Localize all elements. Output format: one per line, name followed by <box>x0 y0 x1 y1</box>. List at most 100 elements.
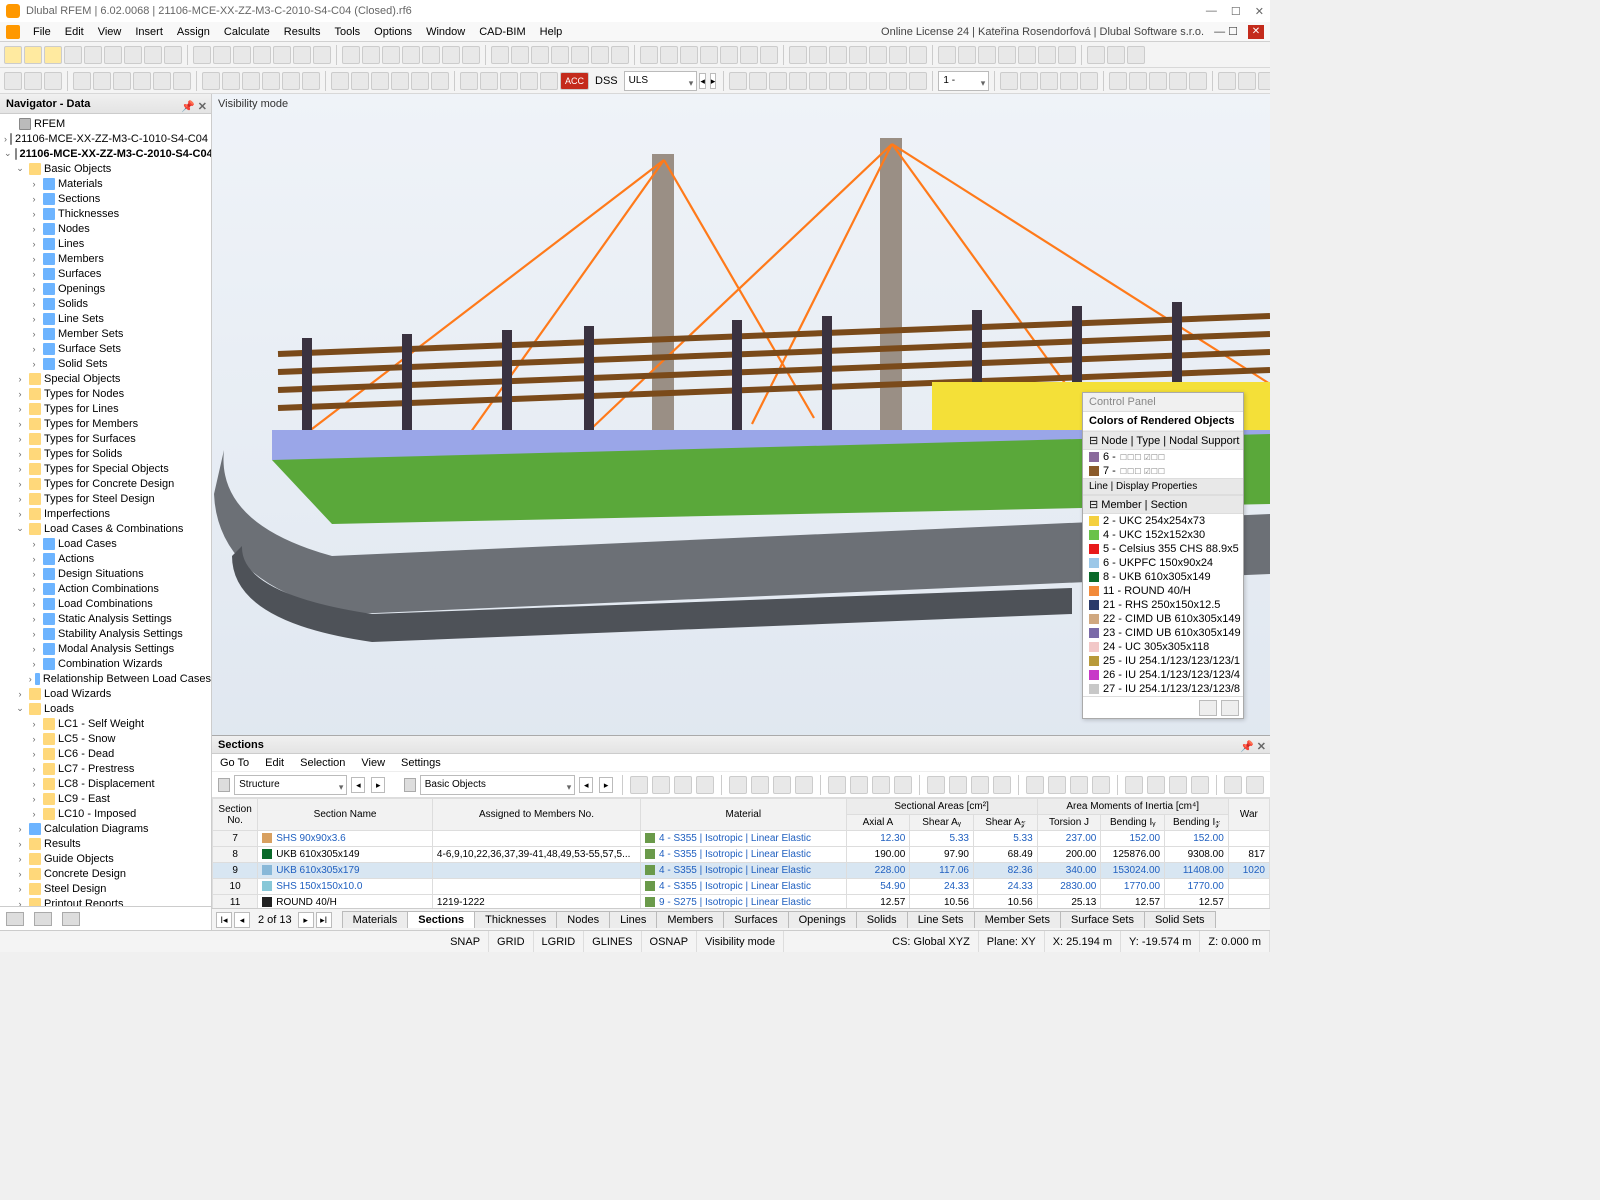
tree-basic-6[interactable]: ›Surfaces <box>0 266 211 281</box>
tb1-btn-12[interactable] <box>253 46 271 64</box>
sec-tb-3[interactable] <box>696 776 714 794</box>
tb1-btn-51[interactable] <box>1087 46 1105 64</box>
table-row[interactable]: 11ROUND 40/H1219-12229 - S275 | Isotropi… <box>213 895 1270 909</box>
tb2-btn-13[interactable] <box>282 72 300 90</box>
cp-member-2[interactable]: 5 - Celsius 355 CHS 88.9x5 <box>1083 542 1243 556</box>
cp-node-1[interactable]: 7 - ☐☐☐ ☑☐☐ <box>1083 464 1243 478</box>
tb1-btn-10[interactable] <box>213 46 231 64</box>
tab-last-button[interactable]: ▸I <box>316 912 332 928</box>
tree-tail-5[interactable]: ›Printout Reports <box>0 896 211 906</box>
tree-group-0[interactable]: ›Special Objects <box>0 371 211 386</box>
nav-tab-cam-icon[interactable] <box>62 912 80 926</box>
tb2-btn-18[interactable] <box>391 72 409 90</box>
tree-load-3[interactable]: ›LC7 - Prestress <box>0 761 211 776</box>
tab-nodes[interactable]: Nodes <box>556 911 610 928</box>
cp-member-9[interactable]: 24 - UC 305x305x118 <box>1083 640 1243 654</box>
tab-first-button[interactable]: I◂ <box>216 912 232 928</box>
sections-menu[interactable]: Go ToEditSelectionViewSettings <box>212 754 1270 772</box>
tb2-btn-9[interactable] <box>202 72 220 90</box>
nav-tab-data-icon[interactable] <box>6 912 24 926</box>
table-row[interactable]: 9UKB 610x305x1794 - S355 | Isotropic | L… <box>213 863 1270 879</box>
tree-loads[interactable]: ⌄Loads <box>0 701 211 716</box>
tb2-btn-1[interactable] <box>24 72 42 90</box>
doc-close-button[interactable]: ✕ <box>1248 25 1264 39</box>
sec-menu-selection[interactable]: Selection <box>300 757 345 769</box>
tree-tail-0[interactable]: ›Calculation Diagrams <box>0 821 211 836</box>
tab-thicknesses[interactable]: Thicknesses <box>474 911 557 928</box>
tree-lcc-4[interactable]: ›Load Combinations <box>0 596 211 611</box>
menu-assign[interactable]: Assign <box>170 26 217 38</box>
tb1-btn-34[interactable] <box>720 46 738 64</box>
tb2-btn-14[interactable] <box>302 72 320 90</box>
tree-lcc-3[interactable]: ›Action Combinations <box>0 581 211 596</box>
tb2-btn-29[interactable] <box>789 72 807 90</box>
tb1-btn-23[interactable] <box>491 46 509 64</box>
sec-tb-9[interactable] <box>850 776 868 794</box>
sec-tb-21[interactable] <box>1147 776 1165 794</box>
tree-lcc-1[interactable]: ›Actions <box>0 551 211 566</box>
tb1-btn-53[interactable] <box>1127 46 1145 64</box>
tb1-btn-36[interactable] <box>760 46 778 64</box>
tb2-btn-30[interactable] <box>809 72 827 90</box>
sec-tb-7[interactable] <box>795 776 813 794</box>
tb2-btn-32[interactable] <box>849 72 867 90</box>
sec-tb-2[interactable] <box>674 776 692 794</box>
cp-member-11[interactable]: 26 - IU 254.1/123/123/123/4 <box>1083 668 1243 682</box>
cp-member-12[interactable]: 27 - IU 254.1/123/123/123/8 <box>1083 682 1243 696</box>
tree-lcc-0[interactable]: ›Load Cases <box>0 536 211 551</box>
sec-tb-11[interactable] <box>894 776 912 794</box>
cp-member-8[interactable]: 23 - CIMD UB 610x305x149 / <box>1083 626 1243 640</box>
tb1-btn-43[interactable] <box>909 46 927 64</box>
tree-load-6[interactable]: ›LC10 - Imposed <box>0 806 211 821</box>
sec-tb-18[interactable] <box>1070 776 1088 794</box>
tb1-btn-16[interactable] <box>342 46 360 64</box>
tree-lcc-2[interactable]: ›Design Situations <box>0 566 211 581</box>
tb2-btn-25[interactable] <box>540 72 558 90</box>
menu-calculate[interactable]: Calculate <box>217 26 277 38</box>
tb2-btn-23[interactable] <box>500 72 518 90</box>
acc-badge[interactable]: ACC <box>560 72 589 90</box>
tb2-btn-5[interactable] <box>113 72 131 90</box>
tb2-btn-3[interactable] <box>73 72 91 90</box>
tb1-btn-7[interactable] <box>144 46 162 64</box>
tb2-btn-28[interactable] <box>769 72 787 90</box>
tree-file-0[interactable]: ›21106-MCE-XX-ZZ-M3-C-1010-S4-C04 (Open <box>0 131 211 146</box>
sections-grid[interactable]: SectionNo.Section NameAssigned to Member… <box>212 798 1270 908</box>
tb2-btn-43[interactable] <box>1149 72 1167 90</box>
status-glines[interactable]: GLINES <box>584 931 641 952</box>
tree-root[interactable]: RFEM <box>0 116 211 131</box>
structure-icon[interactable] <box>218 778 230 792</box>
tree-tail-3[interactable]: ›Concrete Design <box>0 866 211 881</box>
status-snap[interactable]: SNAP <box>442 931 489 952</box>
menu-options[interactable]: Options <box>367 26 419 38</box>
tb2-btn-20[interactable] <box>431 72 449 90</box>
tree-group-9[interactable]: ›Imperfections <box>0 506 211 521</box>
sec-tb-13[interactable] <box>949 776 967 794</box>
menu-help[interactable]: Help <box>533 26 570 38</box>
tb1-btn-46[interactable] <box>978 46 996 64</box>
cs-combo[interactable]: 1 - Global XYZ <box>938 71 989 91</box>
tb1-btn-0[interactable] <box>4 46 22 64</box>
tb1-btn-48[interactable] <box>1018 46 1036 64</box>
tree-lcc-6[interactable]: ›Stability Analysis Settings <box>0 626 211 641</box>
menu-tools[interactable]: Tools <box>327 26 367 38</box>
prev-obj-button[interactable]: ◂ <box>579 777 593 793</box>
menu-insert[interactable]: Insert <box>128 26 170 38</box>
sec-menu-go-to[interactable]: Go To <box>220 757 249 769</box>
tb1-btn-19[interactable] <box>402 46 420 64</box>
tb2-btn-4[interactable] <box>93 72 111 90</box>
tree-basic-4[interactable]: ›Lines <box>0 236 211 251</box>
tree-basic-7[interactable]: ›Openings <box>0 281 211 296</box>
tb2-btn-26[interactable] <box>729 72 747 90</box>
close-button[interactable]: ✕ <box>1255 5 1264 18</box>
sections-pin-icon[interactable]: 📌 <box>1240 741 1254 753</box>
sec-menu-edit[interactable]: Edit <box>265 757 284 769</box>
tb1-btn-42[interactable] <box>889 46 907 64</box>
sec-tb-20[interactable] <box>1125 776 1143 794</box>
tree-load-2[interactable]: ›LC6 - Dead <box>0 746 211 761</box>
cp-tool-2-icon[interactable] <box>1221 700 1239 716</box>
tb2-btn-33[interactable] <box>869 72 887 90</box>
tb1-btn-30[interactable] <box>640 46 658 64</box>
tree-basic-1[interactable]: ›Sections <box>0 191 211 206</box>
tree-basic-8[interactable]: ›Solids <box>0 296 211 311</box>
